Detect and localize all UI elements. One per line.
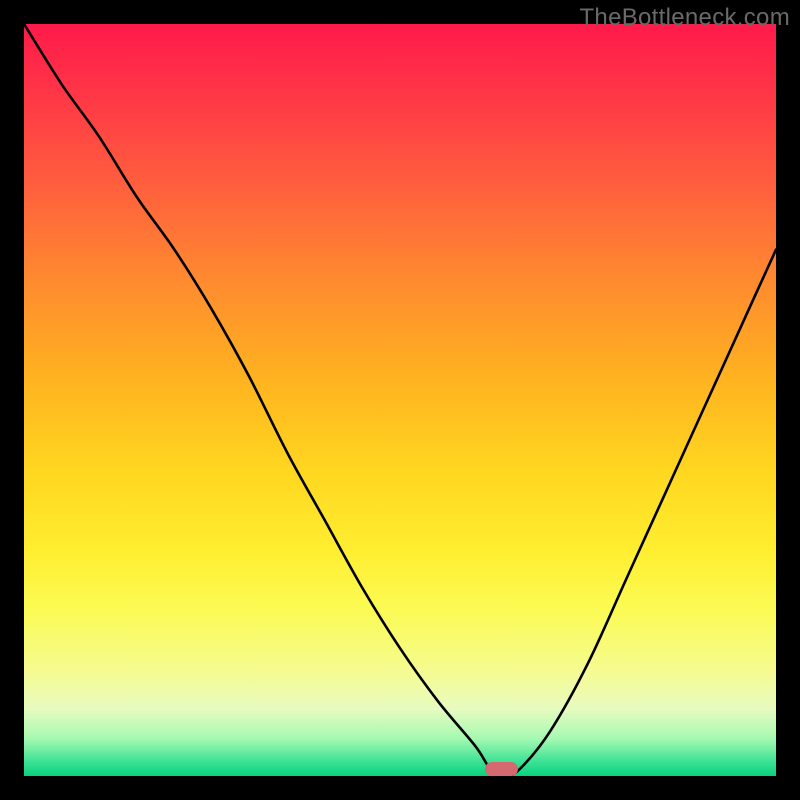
chart-frame: TheBottleneck.com (0, 0, 800, 800)
bottleneck-curve (24, 24, 776, 776)
plot-area (24, 24, 776, 776)
watermark-text: TheBottleneck.com (579, 4, 790, 32)
optimum-marker (485, 762, 519, 776)
